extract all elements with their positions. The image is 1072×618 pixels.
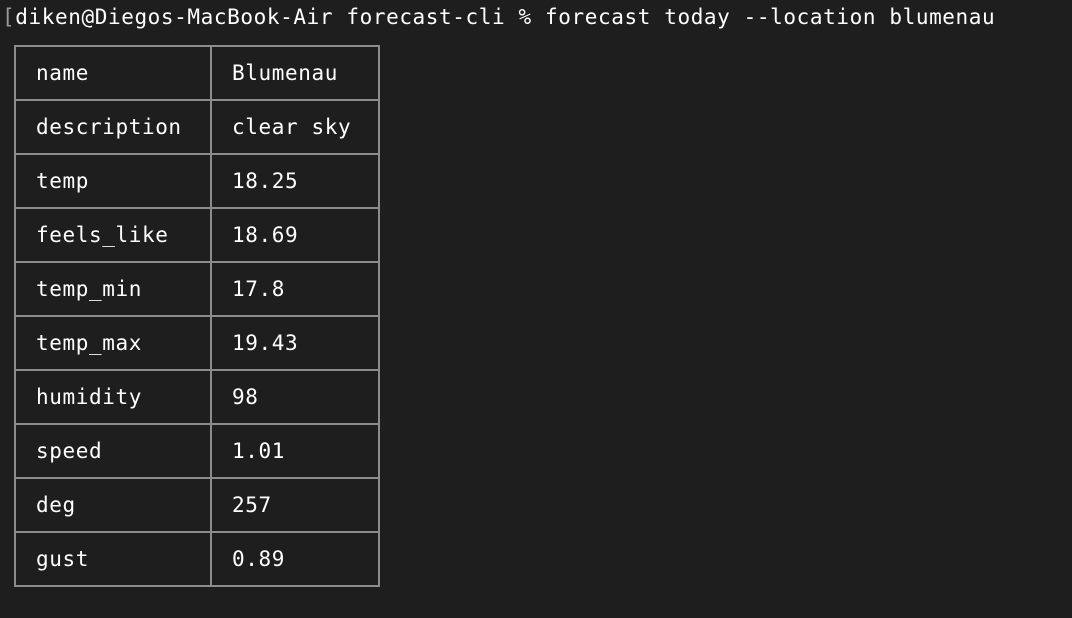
- row-value: 17.8: [210, 261, 380, 317]
- row-key: temp_max: [14, 315, 212, 371]
- terminal-window[interactable]: [diken@Diegos-MacBook-Air forecast-cli %…: [0, 0, 1072, 618]
- table-row: temp_min 17.8: [14, 261, 380, 317]
- row-value: 18.69: [210, 207, 380, 263]
- row-key: gust: [14, 531, 212, 587]
- row-value: 1.01: [210, 423, 380, 479]
- command-text: forecast today --location blumenau: [545, 5, 996, 29]
- prompt-symbol: %: [518, 5, 532, 29]
- table-row: humidity 98: [14, 369, 380, 425]
- table-row: temp 18.25: [14, 153, 380, 209]
- row-key: name: [14, 45, 212, 101]
- row-key: description: [14, 99, 212, 155]
- forecast-table: name Blumenau description clear sky temp…: [14, 45, 380, 587]
- prompt-marker: [: [2, 5, 16, 29]
- table-row: gust 0.89: [14, 531, 380, 587]
- prompt-user-host: diken@Diegos-MacBook-Air: [15, 5, 334, 29]
- row-key: humidity: [14, 369, 212, 425]
- row-value: Blumenau: [210, 45, 380, 101]
- row-value: clear sky: [210, 99, 380, 155]
- row-value: 257: [210, 477, 380, 533]
- table-row: deg 257: [14, 477, 380, 533]
- row-value: 98: [210, 369, 380, 425]
- row-key: speed: [14, 423, 212, 479]
- table-row: description clear sky: [14, 99, 380, 155]
- row-key: temp: [14, 153, 212, 209]
- row-value: 19.43: [210, 315, 380, 371]
- row-key: deg: [14, 477, 212, 533]
- table-row: speed 1.01: [14, 423, 380, 479]
- row-key: temp_min: [14, 261, 212, 317]
- prompt-line: [diken@Diegos-MacBook-Air forecast-cli %…: [2, 3, 995, 31]
- prompt-directory: forecast-cli: [346, 5, 506, 29]
- row-value: 0.89: [210, 531, 380, 587]
- table-row: feels_like 18.69: [14, 207, 380, 263]
- table-row: name Blumenau: [14, 45, 380, 101]
- row-key: feels_like: [14, 207, 212, 263]
- table-row: temp_max 19.43: [14, 315, 380, 371]
- row-value: 18.25: [210, 153, 380, 209]
